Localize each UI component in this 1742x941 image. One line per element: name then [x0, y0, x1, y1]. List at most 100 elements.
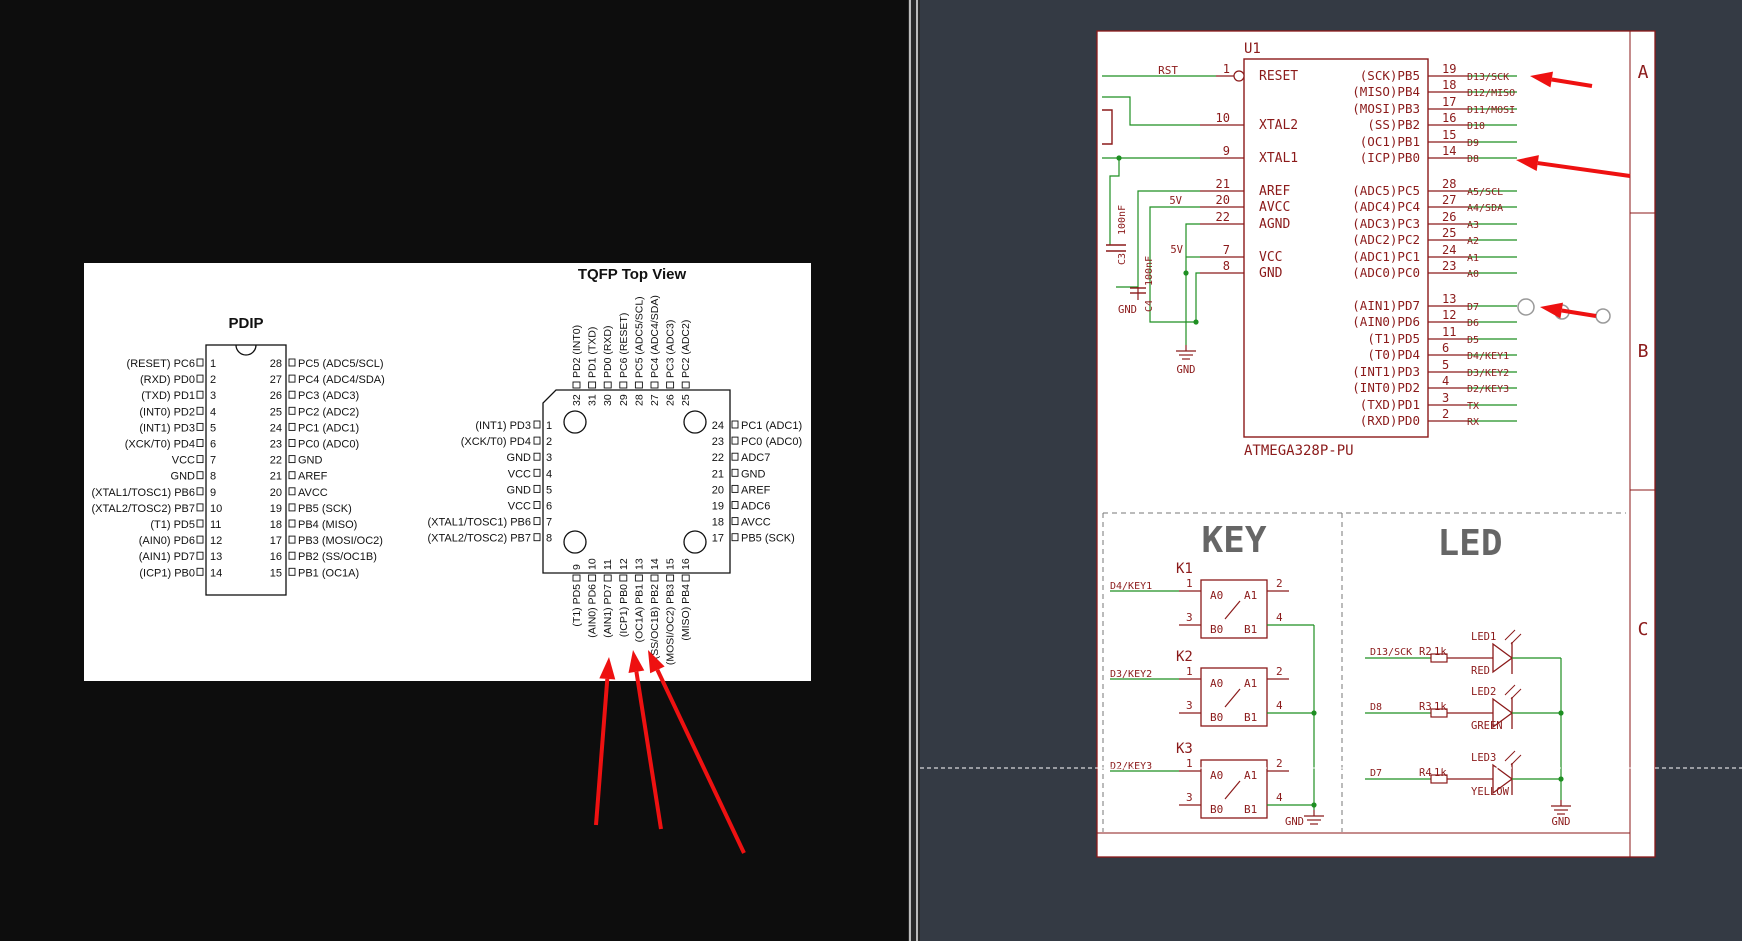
tqfp-pin-name: (AIN0) PD6	[587, 584, 599, 638]
frame-row-label: A	[1638, 62, 1649, 83]
switch-pin-number: 3	[1186, 611, 1193, 624]
tqfp-pin-number: 32	[571, 394, 583, 406]
led-net-label: D8	[1370, 702, 1382, 713]
junction	[1311, 802, 1317, 808]
pdip-pin-name: GND	[171, 471, 196, 483]
mcu-pin-name: (TXD)PD1	[1360, 397, 1420, 412]
schematic-diagram: ABC U1ATMEGA328P-PU1 RESET10 XTAL29 XTAL121…	[920, 30, 1742, 858]
pdip-pin-number: 7	[210, 455, 216, 467]
datasheet-pinout-diagram: PDIP TQFP Top View (RESET) PC6 1 (RXD) PD0…	[84, 263, 811, 854]
net-label: D9	[1467, 138, 1479, 149]
tqfp-pin-number: 2	[546, 436, 552, 448]
switch-pin-number: 2	[1276, 665, 1283, 678]
pdip-pin-name: PB5 (SCK)	[298, 503, 352, 515]
switch-pin-number: 1	[1186, 665, 1193, 678]
mcu-pin-number: 13	[1442, 292, 1456, 306]
pdip-pin-number: 18	[270, 519, 282, 531]
pdip-pin-number: 19	[270, 503, 282, 515]
mcu-pin-name: (OC1)PB1	[1360, 134, 1420, 149]
led-title: LED	[1437, 523, 1502, 564]
pdip-pin-number: 27	[270, 374, 282, 386]
tqfp-pin-name: GND	[507, 484, 532, 496]
tqfp-pin-number: 10	[587, 558, 599, 570]
net-handle	[1517, 298, 1535, 316]
switch-ref: K3	[1176, 741, 1193, 757]
mcu-pin-number: 12	[1442, 308, 1456, 322]
net-label: D7	[1467, 302, 1479, 313]
tqfp-pin-name: PD0 (RXD)	[602, 325, 614, 378]
mcu-pin-name: (ADC3)PC3	[1352, 216, 1420, 231]
tqfp-pin-number: 28	[633, 394, 645, 406]
tqfp-pin-number: 3	[546, 452, 552, 464]
pdip-pin-name: (INT1) PD3	[139, 422, 195, 434]
mcu-pin-name: (INT1)PD3	[1352, 364, 1420, 379]
tqfp-pin-number: 15	[665, 558, 677, 570]
switch-contact-label: A1	[1244, 589, 1257, 602]
pdip-pin-number: 5	[210, 422, 216, 434]
tqfp-pin-name: PB5 (SCK)	[741, 533, 795, 545]
c4-value: 100nF	[1144, 256, 1155, 286]
junction	[1193, 319, 1199, 325]
led-color: GREEN	[1471, 720, 1503, 732]
mcu-pin-number: 11	[1442, 325, 1456, 339]
tqfp-pin-name: (XTAL1/TOSC1) PB6	[427, 517, 531, 529]
switch-contact-label: A0	[1210, 589, 1223, 602]
reset-inversion-bubble	[1233, 70, 1245, 82]
switch-pin-number: 4	[1276, 611, 1283, 624]
pdip-pin-name: PB1 (OC1A)	[298, 567, 359, 579]
pdip-pin-name: GND	[298, 455, 323, 467]
tqfp-pin-name: AREF	[741, 484, 771, 496]
resistor-ref: R3	[1419, 701, 1432, 713]
mcu-pin-number: 15	[1442, 128, 1456, 142]
pdip-title: PDIP	[228, 315, 263, 332]
tqfp-pin-name: PC6 (RESET)	[618, 313, 630, 378]
mcu-pin-number: 17	[1442, 95, 1456, 109]
pdip-pin-name: PC1 (ADC1)	[298, 422, 359, 434]
mcu-pin-number: 2	[1442, 407, 1449, 421]
tqfp-pin-number: 8	[546, 533, 552, 545]
key-title: KEY	[1201, 520, 1266, 561]
pdip-pin-name: AREF	[298, 471, 328, 483]
pdip-pin-number: 24	[270, 422, 282, 434]
led-ref: LED1	[1471, 631, 1496, 643]
pdip-pin-name: PC2 (ADC2)	[298, 406, 359, 418]
pdip-pin-name: (RESET) PC6	[127, 358, 195, 370]
mcu-pin-name: (ADC5)PC5	[1352, 183, 1420, 198]
switch-contact-label: B1	[1244, 623, 1257, 636]
mcu-pin-name: (ADC0)PC0	[1352, 265, 1420, 280]
tqfp-pin-name: (INT1) PD3	[475, 420, 531, 432]
tqfp-pin-number: 31	[587, 394, 599, 406]
tqfp-pin-name: (SS/OC1B) PB2	[649, 584, 661, 659]
switch-contact-label: B1	[1244, 711, 1257, 724]
pdip-pin-number: 22	[270, 455, 282, 467]
led-ref: LED2	[1471, 686, 1496, 698]
tqfp-pin-number: 27	[649, 394, 661, 406]
switch-pin-number: 1	[1186, 577, 1193, 590]
switch-net-label: D4/KEY1	[1110, 581, 1152, 592]
net-label: A5/SCL	[1467, 187, 1503, 198]
tqfp-pin-number: 1	[546, 420, 552, 432]
net-label: RX	[1467, 417, 1479, 428]
net-label: D10	[1467, 121, 1485, 132]
c3-value: 100nF	[1117, 205, 1128, 235]
pdip-pin-name: PC3 (ADC3)	[298, 390, 359, 402]
mcu-pin-number: 26	[1442, 210, 1456, 224]
tqfp-pin-number: 18	[712, 517, 724, 529]
mcu-pin-name: AREF	[1259, 184, 1290, 199]
tqfp-pin-name: VCC	[508, 468, 531, 480]
pdip-pin-number: 28	[270, 358, 282, 370]
mcu-pin-name: (ICP)PB0	[1360, 150, 1420, 165]
mcu-pin-number: 27	[1442, 193, 1456, 207]
pdip-pin-number: 14	[210, 567, 222, 579]
c4-ref: C4	[1144, 300, 1155, 312]
led-color: YELLOW	[1471, 786, 1510, 798]
tqfp-pin-number: 29	[618, 394, 630, 406]
pdip-pin-number: 4	[210, 406, 216, 418]
tqfp-pin-name: AVCC	[741, 517, 771, 529]
tqfp-pin-number: 5	[546, 484, 552, 496]
switch-contact-label: A0	[1210, 769, 1223, 782]
tqfp-pin-name: PC1 (ADC1)	[741, 420, 802, 432]
pdip-pin-name: PC0 (ADC0)	[298, 439, 359, 451]
pane-divider[interactable]	[908, 0, 920, 941]
tqfp-pin-number: 22	[712, 452, 724, 464]
